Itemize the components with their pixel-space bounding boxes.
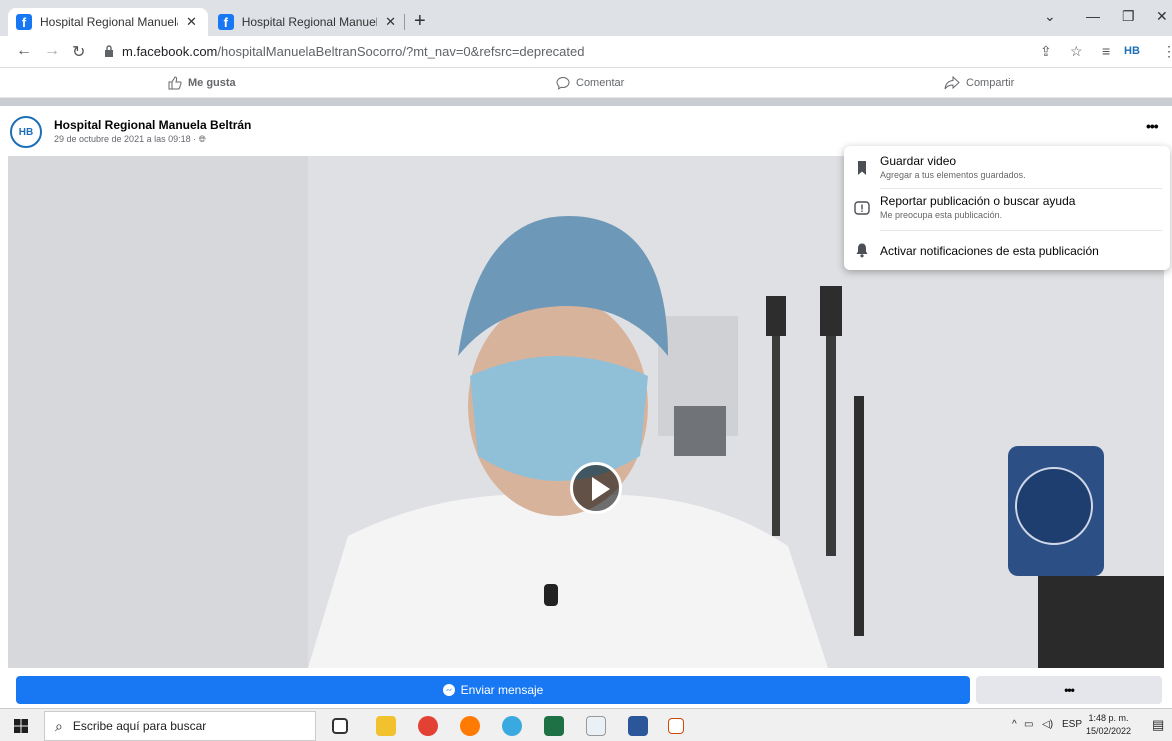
share-page-icon[interactable]: ⇪: [1040, 43, 1052, 60]
tab-search-icon[interactable]: ⌄: [1044, 8, 1056, 25]
post-action-row: Me gusta Comentar Compartir: [0, 68, 1172, 98]
page-bottom-bar: Enviar mensaje •••: [0, 668, 1172, 708]
url-host: m.facebook.com: [122, 44, 218, 59]
url-path: /hospitalManuelaBeltranSocorro/?mt_nav=0…: [217, 44, 585, 59]
menu-item-report[interactable]: Reportar publicación o buscar ayuda Me p…: [844, 194, 1170, 228]
comment-label: Comentar: [576, 77, 625, 89]
menu-item-subtitle: Agregar a tus elementos guardados.: [880, 170, 1026, 180]
share-button[interactable]: Compartir: [944, 76, 1014, 90]
extension-icon[interactable]: HB: [1124, 45, 1140, 57]
back-icon[interactable]: ←: [16, 42, 32, 60]
firefox-icon[interactable]: [460, 716, 480, 736]
browser-menu-icon[interactable]: ⋮: [1162, 43, 1172, 60]
menu-divider: [880, 230, 1162, 231]
address-bar: ← → ↻ m.facebook.com/hospitalManuelaBelt…: [0, 36, 1172, 68]
taskbar-search-placeholder: Escribe aquí para buscar: [72, 719, 207, 733]
page-avatar[interactable]: HB: [10, 116, 42, 148]
tab-divider: [404, 14, 405, 30]
bell-icon: [856, 243, 868, 258]
browser-tab-2[interactable]: f Hospital Regional Manuela Beltrá ✕: [210, 8, 404, 36]
taskbar-clock[interactable]: 1:48 p. m. 15/02/2022: [1086, 712, 1131, 738]
reload-icon[interactable]: ↻: [72, 42, 85, 62]
messenger-icon: [442, 684, 455, 696]
calendar-app-icon[interactable]: [668, 718, 684, 734]
menu-item-save-video[interactable]: Guardar video Agregar a tus elementos gu…: [844, 154, 1170, 188]
like-button[interactable]: Me gusta: [168, 76, 236, 90]
share-arrow-icon: [944, 76, 960, 90]
post-date[interactable]: 29 de octubre de 2021 a las 09:18 · 🌐︎: [54, 134, 206, 145]
windows-taskbar: ⌕ Escribe aquí para buscar ^ ▭ ◁) ESP 1:…: [0, 708, 1172, 741]
post-options-menu: Guardar video Agregar a tus elementos gu…: [844, 146, 1170, 270]
menu-item-subtitle: Me preocupa esta publicación.: [880, 210, 1003, 220]
task-view-icon[interactable]: [332, 718, 348, 734]
new-tab-icon[interactable]: +: [414, 10, 426, 33]
menu-item-title: Guardar video: [880, 154, 957, 168]
excel-icon[interactable]: [544, 716, 564, 736]
play-button[interactable]: [570, 462, 622, 514]
menu-divider: [880, 188, 1162, 189]
language-indicator[interactable]: ESP: [1062, 719, 1082, 730]
windows-start-icon[interactable]: [14, 719, 28, 733]
minimize-icon[interactable]: —: [1086, 8, 1100, 24]
browser-tab-1[interactable]: f Hospital Regional Manuela Beltrá ✕: [8, 8, 208, 36]
feed-separator: [0, 98, 1172, 106]
like-label: Me gusta: [188, 77, 236, 89]
facebook-favicon-icon: f: [218, 14, 234, 30]
notifications-icon[interactable]: ▤: [1152, 717, 1164, 733]
post-author[interactable]: Hospital Regional Manuela Beltrán: [54, 118, 251, 132]
file-explorer-icon[interactable]: [376, 716, 396, 736]
send-message-button[interactable]: Enviar mensaje: [16, 676, 970, 704]
comment-icon: [556, 76, 570, 90]
avatar-logo-text: HB: [18, 126, 34, 138]
app-shortcut-icon[interactable]: [586, 716, 606, 736]
reading-list-icon[interactable]: ≡: [1102, 43, 1110, 59]
network-icon[interactable]: ▭: [1024, 719, 1033, 730]
menu-item-title: Reportar publicación o buscar ayuda: [880, 194, 1076, 208]
forward-icon[interactable]: →: [44, 42, 60, 60]
bookmark-star-icon[interactable]: ☆: [1070, 43, 1083, 60]
more-options-button[interactable]: •••: [976, 676, 1162, 704]
post-options-button[interactable]: •••: [1146, 118, 1159, 134]
tab-title: Hospital Regional Manuela Beltrá: [40, 15, 178, 29]
facebook-favicon-icon: f: [16, 14, 32, 30]
menu-item-title: Activar notificaciones de esta publicaci…: [880, 244, 1099, 258]
search-icon: ⌕: [55, 717, 63, 734]
word-icon[interactable]: [628, 716, 648, 736]
thumbs-up-icon: [168, 76, 182, 90]
browser-tab-bar: f Hospital Regional Manuela Beltrá ✕ f H…: [0, 0, 1172, 36]
volume-icon[interactable]: ◁): [1042, 719, 1053, 730]
send-message-label: Enviar mensaje: [460, 683, 544, 697]
taskbar-search-box[interactable]: ⌕ Escribe aquí para buscar: [44, 711, 316, 741]
internet-explorer-icon[interactable]: [502, 716, 522, 736]
url-field[interactable]: m.facebook.com/hospitalManuelaBeltranSoc…: [122, 44, 584, 59]
report-icon: [854, 201, 870, 215]
share-label: Compartir: [966, 77, 1015, 89]
globe-icon: 🌐︎: [198, 134, 206, 144]
close-window-icon[interactable]: ✕: [1156, 8, 1168, 25]
menu-item-notifications[interactable]: Activar notificaciones de esta publicaci…: [844, 236, 1170, 264]
clock-time: 1:48 p. m.: [1088, 713, 1129, 723]
lock-icon: [105, 45, 113, 57]
restore-icon[interactable]: ❐: [1122, 8, 1135, 25]
close-tab-icon[interactable]: ✕: [186, 14, 197, 30]
tab-title: Hospital Regional Manuela Beltrá: [241, 15, 377, 29]
bookmark-icon: [858, 161, 866, 175]
clock-date: 15/02/2022: [1086, 726, 1132, 736]
post-date-text: 29 de octubre de 2021 a las 09:18 ·: [54, 134, 197, 144]
tray-expand-icon[interactable]: ^: [1012, 719, 1017, 730]
close-tab-icon[interactable]: ✕: [385, 14, 396, 30]
comment-button[interactable]: Comentar: [556, 76, 624, 90]
chrome-icon[interactable]: [418, 716, 438, 736]
